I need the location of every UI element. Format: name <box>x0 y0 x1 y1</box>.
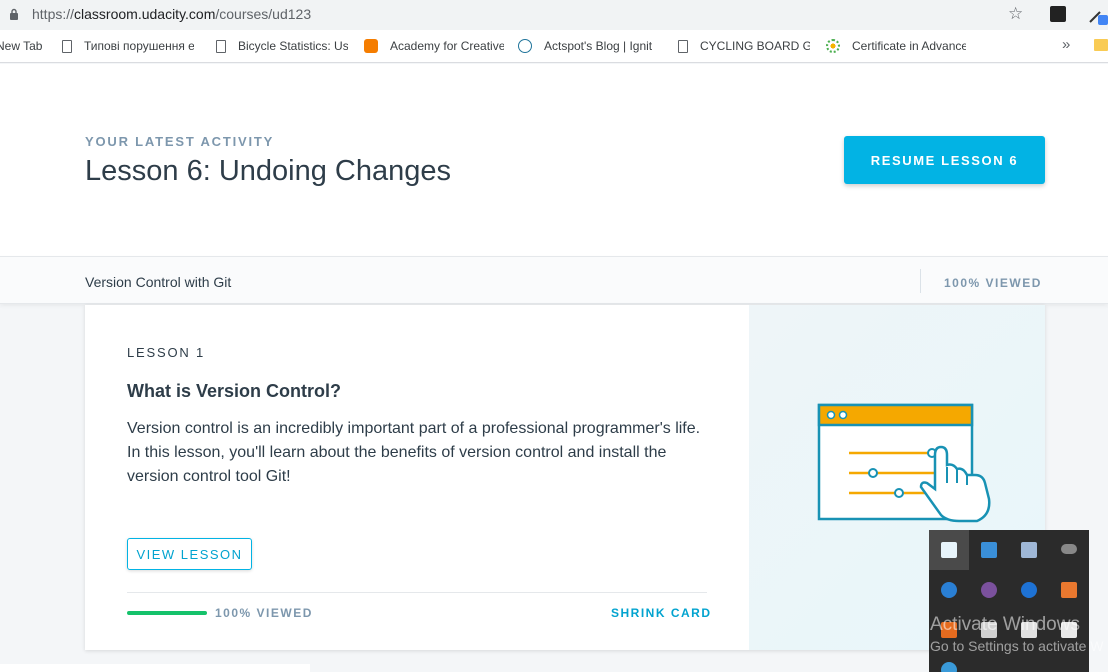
resume-lesson-button[interactable]: RESUME LESSON 6 <box>844 136 1045 184</box>
eyedropper-extension-icon[interactable] <box>1086 4 1108 26</box>
doc-icon <box>62 39 72 53</box>
course-viewed-status: 100% VIEWED <box>944 276 1042 290</box>
course-bar: Version Control with Git 100% VIEWED <box>0 256 1108 304</box>
divider <box>127 592 707 593</box>
network-monitor-icon[interactable] <box>981 542 997 558</box>
bookmark-label: Academy for Creative <box>390 39 504 53</box>
view-lesson-button[interactable]: VIEW LESSON <box>127 538 252 570</box>
bookmark-item[interactable]: Academy for Creative <box>364 39 504 53</box>
page-bottom-strip <box>0 664 310 672</box>
lesson-number: LESSON 1 <box>127 345 205 360</box>
display-icon[interactable] <box>1021 542 1037 558</box>
blogger-icon <box>364 39 378 53</box>
divider <box>920 269 921 293</box>
activate-windows-title: Activate Windows <box>930 614 1080 635</box>
bookmark-label: New Tab <box>0 39 43 53</box>
bookmark-item[interactable]: Actspot's Blog | Ignit <box>518 39 658 53</box>
bookmark-item[interactable]: CYCLING BOARD GAI <box>676 39 810 53</box>
bookmark-new-tab[interactable]: New Tab <box>0 39 44 53</box>
progress-fill <box>127 611 207 615</box>
latest-activity-section: YOUR LATEST ACTIVITY Lesson 6: Undoing C… <box>0 64 1108 256</box>
bookmark-label: Actspot's Blog | Ignit <box>544 39 653 53</box>
section-eyebrow: YOUR LATEST ACTIVITY <box>85 134 275 149</box>
snip-tool-icon[interactable] <box>941 542 957 558</box>
onedrive-cloud-icon[interactable] <box>1061 544 1077 554</box>
browser-address-bar: https://classroom.udacity.com/courses/ud… <box>0 0 1108 30</box>
lesson-heading: What is Version Control? <box>127 381 342 401</box>
lesson-viewed-status: 100% VIEWED <box>215 606 313 620</box>
bookmark-item[interactable]: Типові порушення е <box>60 39 194 53</box>
doc-icon <box>216 39 226 53</box>
course-name: Version Control with Git <box>85 274 232 290</box>
more-bookmarks-chevron-icon[interactable]: » <box>1062 36 1070 53</box>
lesson-card: LESSON 1 What is Version Control? Versio… <box>85 305 1045 650</box>
browser-sliders-pointer-illustration <box>817 403 991 523</box>
cloud-sync-icon[interactable] <box>1061 582 1077 598</box>
folder-icon[interactable] <box>1094 39 1108 51</box>
bookmark-item[interactable]: Certificate in Advance <box>826 39 966 53</box>
page-title: Lesson 6: Undoing Changes <box>85 155 451 187</box>
url-bar[interactable]: https://classroom.udacity.com/courses/ud… <box>0 0 1036 28</box>
bookmarks-bar: New Tab Типові порушення е Bicycle Stati… <box>0 30 1108 63</box>
url-text: https://classroom.udacity.com/courses/ud… <box>32 6 312 22</box>
extension-icon[interactable] <box>1050 6 1066 22</box>
lesson-progress-bar <box>127 611 207 615</box>
bookmark-label: Типові порушення е <box>84 39 194 53</box>
e-app-icon[interactable] <box>941 582 957 598</box>
bookmark-label: Certificate in Advance <box>852 39 966 53</box>
sun-icon <box>826 39 840 53</box>
wordpress-icon <box>518 39 532 53</box>
bookmark-star-icon[interactable]: ☆ <box>1008 4 1023 24</box>
activate-windows-subtitle: Go to Settings to activate W <box>930 638 1104 654</box>
doc-icon <box>678 39 688 53</box>
lock-icon <box>10 8 18 20</box>
bluetooth-icon[interactable] <box>1021 582 1037 598</box>
bookmark-label: CYCLING BOARD GAI <box>700 39 810 53</box>
globe-icon[interactable] <box>941 662 957 672</box>
bookmark-item[interactable]: Bicycle Statistics: Usa <box>214 39 348 53</box>
viber-icon[interactable] <box>981 582 997 598</box>
lesson-description: Version control is an incredibly importa… <box>127 420 701 485</box>
shrink-card-link[interactable]: SHRINK CARD <box>611 606 712 620</box>
bookmark-label: Bicycle Statistics: Usa <box>238 39 348 53</box>
